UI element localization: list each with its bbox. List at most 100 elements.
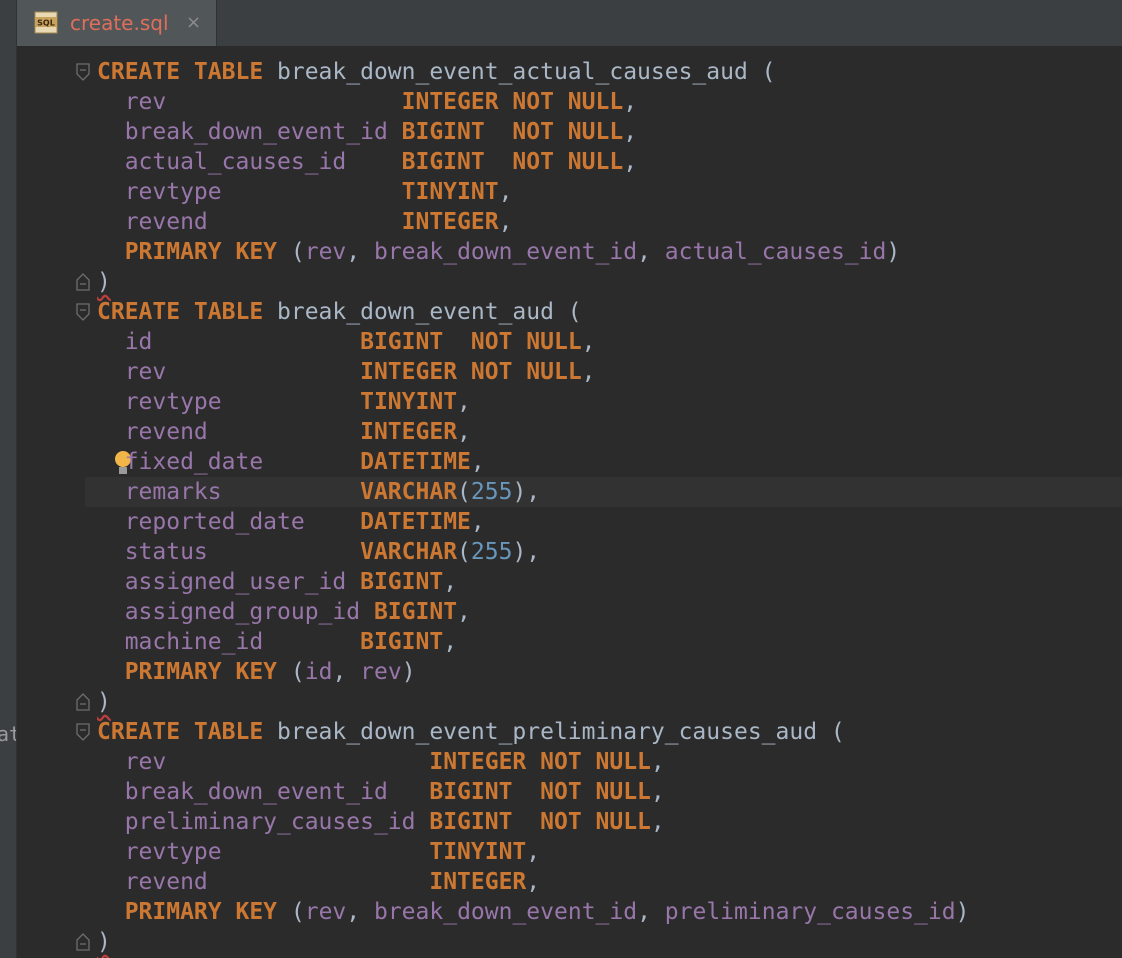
code-line[interactable]: CREATE TABLE break_down_event_aud ( (17, 297, 1122, 327)
code-token: ( (290, 239, 305, 265)
code-token: , (526, 869, 541, 895)
column-name: machine_id (97, 629, 361, 655)
tab-create-sql[interactable]: SQL create.sql × (17, 0, 217, 46)
code-text: id BIGINT NOT NULL, (97, 327, 596, 357)
code-text: rev INTEGER NOT NULL, (97, 87, 637, 117)
sql-keyword: TINYINT (360, 389, 458, 415)
code-line[interactable]: CREATE TABLE break_down_event_actual_cau… (17, 57, 1122, 87)
code-text: break_down_event_id BIGINT NOT NULL, (97, 777, 665, 807)
code-line[interactable]: actual_causes_id BIGINT NOT NULL, (17, 147, 1122, 177)
sql-keyword: DATETIME (360, 509, 471, 535)
code-token: , (498, 209, 513, 235)
column-name: revend (97, 419, 361, 445)
code-line[interactable]: rev INTEGER NOT NULL, (17, 747, 1122, 777)
code-line[interactable]: ) (17, 267, 1122, 297)
code-line[interactable]: assigned_user_id BIGINT, (17, 567, 1122, 597)
sql-keyword: PRIMARY KEY (97, 659, 291, 685)
code-text: revtype TINYINT, (97, 837, 540, 867)
code-token: , (637, 899, 665, 925)
code-text: break_down_event_id BIGINT NOT NULL, (97, 117, 637, 147)
code-token: ( (457, 539, 471, 565)
code-line[interactable]: PRIMARY KEY (rev, break_down_event_id, p… (17, 897, 1122, 927)
code-line[interactable]: id BIGINT NOT NULL, (17, 327, 1122, 357)
fold-collapse-icon[interactable] (75, 63, 91, 81)
close-tab-icon[interactable]: × (186, 12, 201, 34)
code-line[interactable]: revend INTEGER, (17, 417, 1122, 447)
sql-keyword: BIGINT NOT NULL (360, 329, 582, 355)
fold-collapse-icon[interactable] (75, 723, 91, 741)
code-token: ) (886, 239, 901, 265)
sql-keyword: INTEGER NOT NULL (429, 749, 651, 775)
column-name: fixed_date (97, 449, 361, 475)
sql-keyword: INTEGER NOT NULL (360, 359, 582, 385)
code-token: , (346, 899, 374, 925)
code-line[interactable]: PRIMARY KEY (id, rev) (17, 657, 1122, 687)
code-line[interactable]: revend INTEGER, (17, 867, 1122, 897)
code-line[interactable]: rev INTEGER NOT NULL, (17, 87, 1122, 117)
column-name: break_down_event_id (97, 119, 402, 145)
code-text: PRIMARY KEY (rev, break_down_event_id, a… (97, 237, 901, 267)
code-line[interactable]: revtype TINYINT, (17, 177, 1122, 207)
code-token: , (332, 659, 361, 685)
code-line[interactable]: break_down_event_id BIGINT NOT NULL, (17, 117, 1122, 147)
sql-keyword: INTEGER NOT NULL (401, 89, 624, 115)
closing-paren-error: ) (97, 689, 111, 715)
code-token: , (637, 239, 665, 265)
column-name: rev (360, 659, 402, 685)
code-line[interactable]: revend INTEGER, (17, 207, 1122, 237)
code-line[interactable]: ) (17, 927, 1122, 957)
code-token: , (443, 569, 458, 595)
code-line[interactable]: CREATE TABLE break_down_event_preliminar… (17, 717, 1122, 747)
code-token: ( (457, 479, 471, 505)
code-editor[interactable]: CREATE TABLE break_down_event_actual_cau… (17, 47, 1122, 958)
code-line[interactable]: revtype TINYINT, (17, 387, 1122, 417)
code-line[interactable]: PRIMARY KEY (rev, break_down_event_id, a… (17, 237, 1122, 267)
sql-keyword: CREATE TABLE (97, 59, 278, 85)
sql-keyword: CREATE TABLE (97, 299, 278, 325)
column-name: break_down_event_id (373, 899, 638, 925)
code-text: revtype TINYINT, (97, 177, 513, 207)
ide-window: at SQL create.sql × CREATE TABLE break_d… (0, 0, 1122, 958)
code-line[interactable]: fixed_date DATETIME, (17, 447, 1122, 477)
code-token: , (457, 389, 471, 415)
sql-keyword: BIGINT NOT NULL (429, 779, 651, 805)
code-line[interactable]: revtype TINYINT, (17, 837, 1122, 867)
code-line[interactable]: rev INTEGER NOT NULL, (17, 357, 1122, 387)
column-name: break_down_event_id (97, 779, 430, 805)
code-text: preliminary_causes_id BIGINT NOT NULL, (97, 807, 665, 837)
sql-keyword: BIGINT NOT NULL (401, 119, 624, 145)
column-name: actual_causes_id (97, 149, 402, 175)
code-line[interactable]: ) (17, 687, 1122, 717)
fold-collapse-icon[interactable] (75, 303, 91, 321)
code-token: , (470, 509, 485, 535)
left-tool-strip[interactable]: at (0, 0, 17, 958)
code-token: , (526, 839, 541, 865)
code-line[interactable]: assigned_group_id BIGINT, (17, 597, 1122, 627)
column-name: rev (97, 359, 361, 385)
left-strip-text: at (0, 722, 16, 746)
code-token: , (650, 809, 665, 835)
sql-keyword: PRIMARY KEY (97, 899, 291, 925)
code-line[interactable]: preliminary_causes_id BIGINT NOT NULL, (17, 807, 1122, 837)
code-line[interactable]: status VARCHAR(255), (17, 537, 1122, 567)
column-name: assigned_group_id (97, 599, 374, 625)
code-text: machine_id BIGINT, (97, 627, 457, 657)
column-name: break_down_event_id (373, 239, 638, 265)
sql-keyword: TINYINT (429, 839, 527, 865)
code-line[interactable]: machine_id BIGINT, (17, 627, 1122, 657)
code-line[interactable]: remarks VARCHAR(255), (17, 477, 1122, 507)
fold-end-icon[interactable] (75, 933, 91, 951)
code-token: ), (512, 539, 541, 565)
sql-keyword: BIGINT (360, 569, 444, 595)
code-token: , (650, 749, 665, 775)
code-line[interactable]: break_down_event_id BIGINT NOT NULL, (17, 777, 1122, 807)
code-line[interactable]: reported_date DATETIME, (17, 507, 1122, 537)
code-text: revend INTEGER, (97, 207, 513, 237)
code-token: , (581, 359, 596, 385)
column-name: reported_date (97, 509, 361, 535)
fold-end-icon[interactable] (75, 273, 91, 291)
code-text: revend INTEGER, (97, 417, 471, 447)
column-name: actual_causes_id (664, 239, 887, 265)
fold-end-icon[interactable] (75, 693, 91, 711)
sql-keyword: BIGINT (360, 629, 444, 655)
